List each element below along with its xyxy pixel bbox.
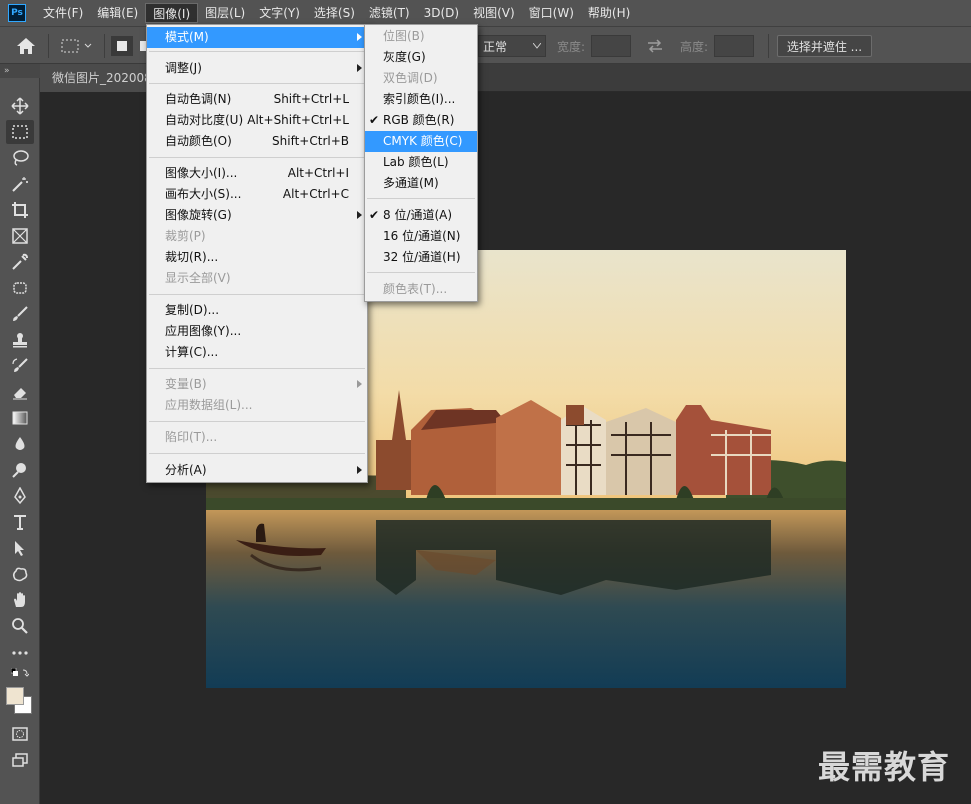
swap-icon[interactable] xyxy=(646,27,664,65)
image-menu-dropdown: 模式(M) 调整(J) 自动色调(N) Shift+Ctrl+L 自动对比度(U)… xyxy=(146,24,368,483)
home-icon[interactable] xyxy=(16,27,36,65)
type-tool-icon[interactable] xyxy=(6,510,34,534)
stamp-tool-icon[interactable] xyxy=(6,328,34,352)
submenu-arrow-icon xyxy=(357,33,362,41)
checkmark-icon: ✔ xyxy=(369,113,380,127)
menu-layer[interactable]: 图层(L) xyxy=(198,3,252,23)
width-field[interactable] xyxy=(591,35,631,57)
menu-item-reveal-all[interactable]: 显示全部(V) xyxy=(147,268,367,289)
mode-rgb-color[interactable]: ✔ RGB 颜色(R) xyxy=(365,110,477,131)
mode-grayscale[interactable]: 灰度(G) xyxy=(365,47,477,68)
mode-submenu: 位图(B) 灰度(G) 双色调(D) 索引颜色(I)... ✔ RGB 颜色(R)… xyxy=(364,24,478,302)
toolbar-collapse[interactable]: » xyxy=(0,64,40,78)
menu-item-canvas-size[interactable]: 画布大小(S)... Alt+Ctrl+C xyxy=(147,184,367,205)
color-swatches[interactable] xyxy=(4,684,36,716)
menu-item-crop[interactable]: 裁剪(P) xyxy=(147,226,367,247)
path-selection-tool-icon[interactable] xyxy=(6,536,34,560)
marquee-preset-icon[interactable] xyxy=(60,27,94,65)
height-field[interactable] xyxy=(714,35,754,57)
menu-window[interactable]: 窗口(W) xyxy=(522,3,581,23)
default-colors-icon[interactable] xyxy=(6,666,34,680)
mode-color-table[interactable]: 颜色表(T)... xyxy=(365,279,477,300)
menu-item-trim[interactable]: 裁切(R)... xyxy=(147,247,367,268)
menu-view[interactable]: 视图(V) xyxy=(466,3,522,23)
menu-item-image-size[interactable]: 图像大小(I)... Alt+Ctrl+I xyxy=(147,163,367,184)
menu-image[interactable]: 图像(I) xyxy=(145,3,199,23)
style-select-value: 正常 xyxy=(483,40,508,54)
foreground-color-swatch[interactable] xyxy=(6,687,24,705)
menu-edit[interactable]: 编辑(E) xyxy=(90,3,145,23)
width-label: 宽度: xyxy=(557,39,586,54)
crop-tool-icon[interactable] xyxy=(6,198,34,222)
screen-mode-icon[interactable] xyxy=(6,748,34,772)
menu-item-analysis[interactable]: 分析(A) xyxy=(147,460,367,481)
menu-item-adjustments[interactable]: 调整(J) xyxy=(147,58,367,79)
submenu-arrow-icon xyxy=(357,64,362,72)
select-and-mask-button[interactable]: 选择并遮住 ... xyxy=(777,35,872,57)
checkmark-icon: ✔ xyxy=(369,208,380,222)
blur-tool-icon[interactable] xyxy=(6,432,34,456)
new-selection-icon[interactable] xyxy=(110,27,134,65)
more-tools-icon[interactable] xyxy=(6,640,34,664)
marquee-tool-icon[interactable] xyxy=(6,120,34,144)
menu-type[interactable]: 文字(Y) xyxy=(252,3,307,23)
mode-bitmap[interactable]: 位图(B) xyxy=(365,26,477,47)
menu-item-calculations[interactable]: 计算(C)... xyxy=(147,342,367,363)
mode-lab-color[interactable]: Lab 颜色(L) xyxy=(365,152,477,173)
mode-indexed-color[interactable]: 索引颜色(I)... xyxy=(365,89,477,110)
healing-brush-tool-icon[interactable] xyxy=(6,276,34,300)
menu-bar: Ps 文件(F) 编辑(E) 图像(I) 图层(L) 文字(Y) 选择(S) 滤… xyxy=(0,0,971,26)
mode-16-bit[interactable]: 16 位/通道(N) xyxy=(365,226,477,247)
tools-panel xyxy=(0,78,40,804)
mode-32-bit[interactable]: 32 位/通道(H) xyxy=(365,247,477,268)
lasso-tool-icon[interactable] xyxy=(6,146,34,170)
mode-duotone[interactable]: 双色调(D) xyxy=(365,68,477,89)
mode-8-bit[interactable]: ✔ 8 位/通道(A) xyxy=(365,205,477,226)
brush-tool-icon[interactable] xyxy=(6,302,34,326)
menu-item-auto-color[interactable]: 自动颜色(O) Shift+Ctrl+B xyxy=(147,131,367,152)
frame-tool-icon[interactable] xyxy=(6,224,34,248)
height-label: 高度: xyxy=(680,39,709,54)
menu-help[interactable]: 帮助(H) xyxy=(581,3,637,23)
menu-file[interactable]: 文件(F) xyxy=(36,3,90,23)
magic-wand-tool-icon[interactable] xyxy=(6,172,34,196)
menu-select[interactable]: 选择(S) xyxy=(307,3,362,23)
quick-mask-icon[interactable] xyxy=(6,722,34,746)
menu-item-apply-data-set[interactable]: 应用数据组(L)... xyxy=(147,395,367,416)
photoshop-logo: Ps xyxy=(8,4,26,22)
move-tool-icon[interactable] xyxy=(6,94,34,118)
eraser-tool-icon[interactable] xyxy=(6,380,34,404)
menu-filter[interactable]: 滤镜(T) xyxy=(362,3,417,23)
mode-multichannel[interactable]: 多通道(M) xyxy=(365,173,477,194)
submenu-arrow-icon xyxy=(357,211,362,219)
custom-shape-tool-icon[interactable] xyxy=(6,562,34,586)
submenu-arrow-icon xyxy=(357,466,362,474)
menu-item-auto-contrast[interactable]: 自动对比度(U) Alt+Shift+Ctrl+L xyxy=(147,110,367,131)
menu-item-apply-image[interactable]: 应用图像(Y)... xyxy=(147,321,367,342)
hand-tool-icon[interactable] xyxy=(6,588,34,612)
mode-cmyk-color[interactable]: CMYK 颜色(C) xyxy=(365,131,477,152)
gradient-tool-icon[interactable] xyxy=(6,406,34,430)
watermark-logo: 最需教育 xyxy=(818,748,951,786)
menu-item-auto-tone[interactable]: 自动色调(N) Shift+Ctrl+L xyxy=(147,89,367,110)
eyedropper-tool-icon[interactable] xyxy=(6,250,34,274)
menu-item-trap[interactable]: 陷印(T)... xyxy=(147,427,367,448)
menu-3d[interactable]: 3D(D) xyxy=(417,3,466,23)
submenu-arrow-icon xyxy=(357,380,362,388)
menu-item-variables[interactable]: 变量(B) xyxy=(147,374,367,395)
dodge-tool-icon[interactable] xyxy=(6,458,34,482)
menu-item-image-rotation[interactable]: 图像旋转(G) xyxy=(147,205,367,226)
menu-item-duplicate[interactable]: 复制(D)... xyxy=(147,300,367,321)
style-select[interactable]: 正常 xyxy=(478,35,546,57)
chevron-down-icon xyxy=(533,43,541,49)
zoom-tool-icon[interactable] xyxy=(6,614,34,638)
menu-item-mode[interactable]: 模式(M) xyxy=(147,27,367,48)
pen-tool-icon[interactable] xyxy=(6,484,34,508)
history-brush-tool-icon[interactable] xyxy=(6,354,34,378)
